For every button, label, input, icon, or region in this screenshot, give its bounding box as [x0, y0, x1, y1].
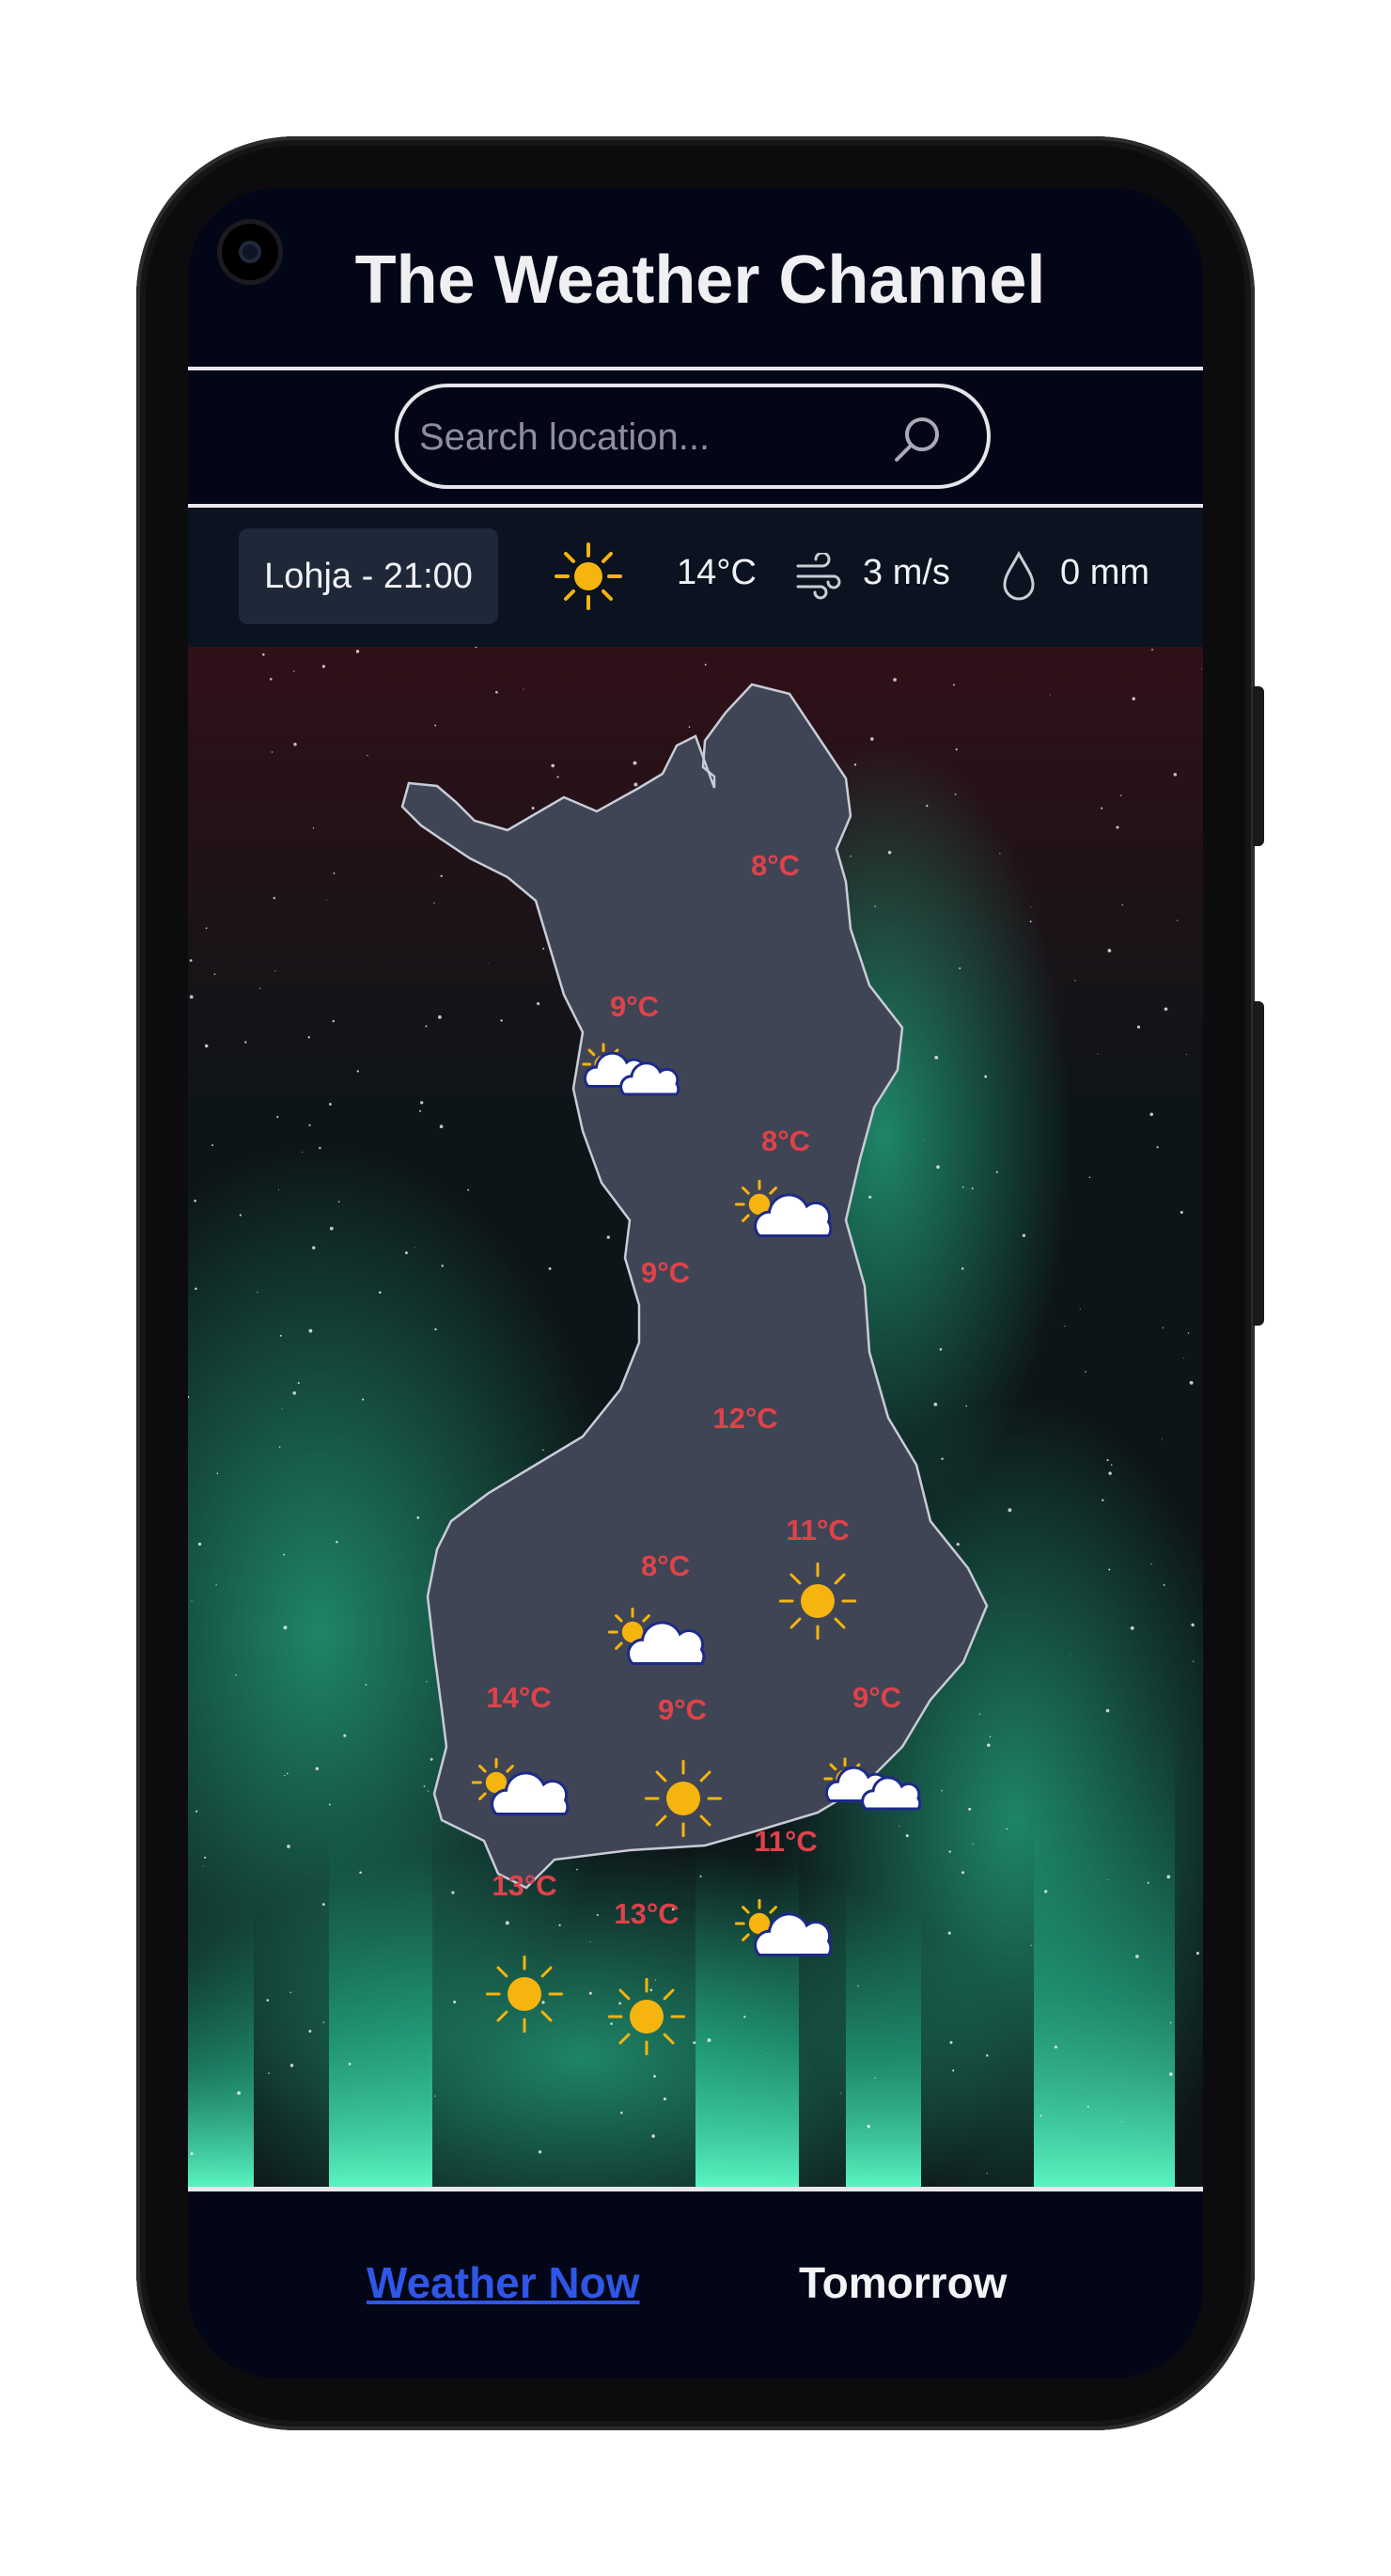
search-box[interactable]	[395, 384, 991, 489]
partly-cloudy-icon	[582, 1043, 680, 1096]
nav-tomorrow[interactable]: Tomorrow	[799, 2257, 1007, 2308]
search-row	[188, 370, 1203, 504]
city-temp: 13°C	[614, 1897, 680, 1930]
weather-map[interactable]: 8°C 9°C 8°C 9°C 12°C 11°C 8°C 14°C 9°C 9…	[188, 647, 1203, 2187]
precipitation: 0 mm	[1060, 553, 1149, 592]
power-button	[1253, 686, 1264, 846]
city-temp: 12°C	[712, 1402, 778, 1435]
city-temp: 8°C	[640, 1549, 691, 1582]
city-temp: 14°C	[486, 1681, 552, 1714]
aurora-background	[188, 647, 1203, 2187]
sun-icon	[644, 1759, 723, 1838]
city-temp: 9°C	[640, 1256, 691, 1289]
location-time-chip[interactable]: Lohja - 21:00	[239, 528, 498, 624]
search-input[interactable]	[417, 406, 872, 468]
wind-speed: 3 m/s	[863, 553, 950, 592]
city-temp: 11°C	[754, 1825, 818, 1858]
partly-cloudy-icon	[734, 1179, 833, 1237]
app-screen: The Weather Channel Lohja - 21:00	[188, 188, 1203, 2379]
current-temperature: 14°C	[677, 553, 757, 592]
partly-cloudy-icon	[734, 1898, 833, 1956]
volume-button	[1253, 1001, 1264, 1326]
app-header: The Weather Channel	[188, 188, 1203, 367]
partly-cloudy-icon	[607, 1607, 706, 1665]
raindrop-icon	[1003, 550, 1035, 601]
city-temp: 9°C	[609, 990, 660, 1023]
app-title: The Weather Channel	[354, 242, 1046, 318]
partly-cloudy-icon	[823, 1757, 922, 1811]
city-temp: 8°C	[750, 849, 801, 882]
city-temp: 13°C	[492, 1869, 557, 1902]
sun-icon	[555, 542, 622, 610]
bottom-nav: Weather Now Tomorrow	[188, 2191, 1203, 2379]
city-temp: 8°C	[760, 1124, 811, 1157]
search-icon[interactable]	[889, 412, 946, 468]
sun-icon	[607, 1977, 686, 2056]
nav-weather-now[interactable]: Weather Now	[367, 2257, 640, 2308]
sun-icon	[485, 1955, 564, 2034]
city-temp: 9°C	[852, 1681, 902, 1714]
sun-icon	[778, 1562, 857, 1641]
current-weather-bar: Lohja - 21:00 14°C 3 m/s 0 mm	[188, 508, 1203, 647]
wind-icon	[796, 553, 841, 600]
city-temp: 11°C	[786, 1514, 850, 1547]
city-temp: 9°C	[657, 1693, 708, 1726]
partly-cloudy-icon	[471, 1757, 570, 1815]
